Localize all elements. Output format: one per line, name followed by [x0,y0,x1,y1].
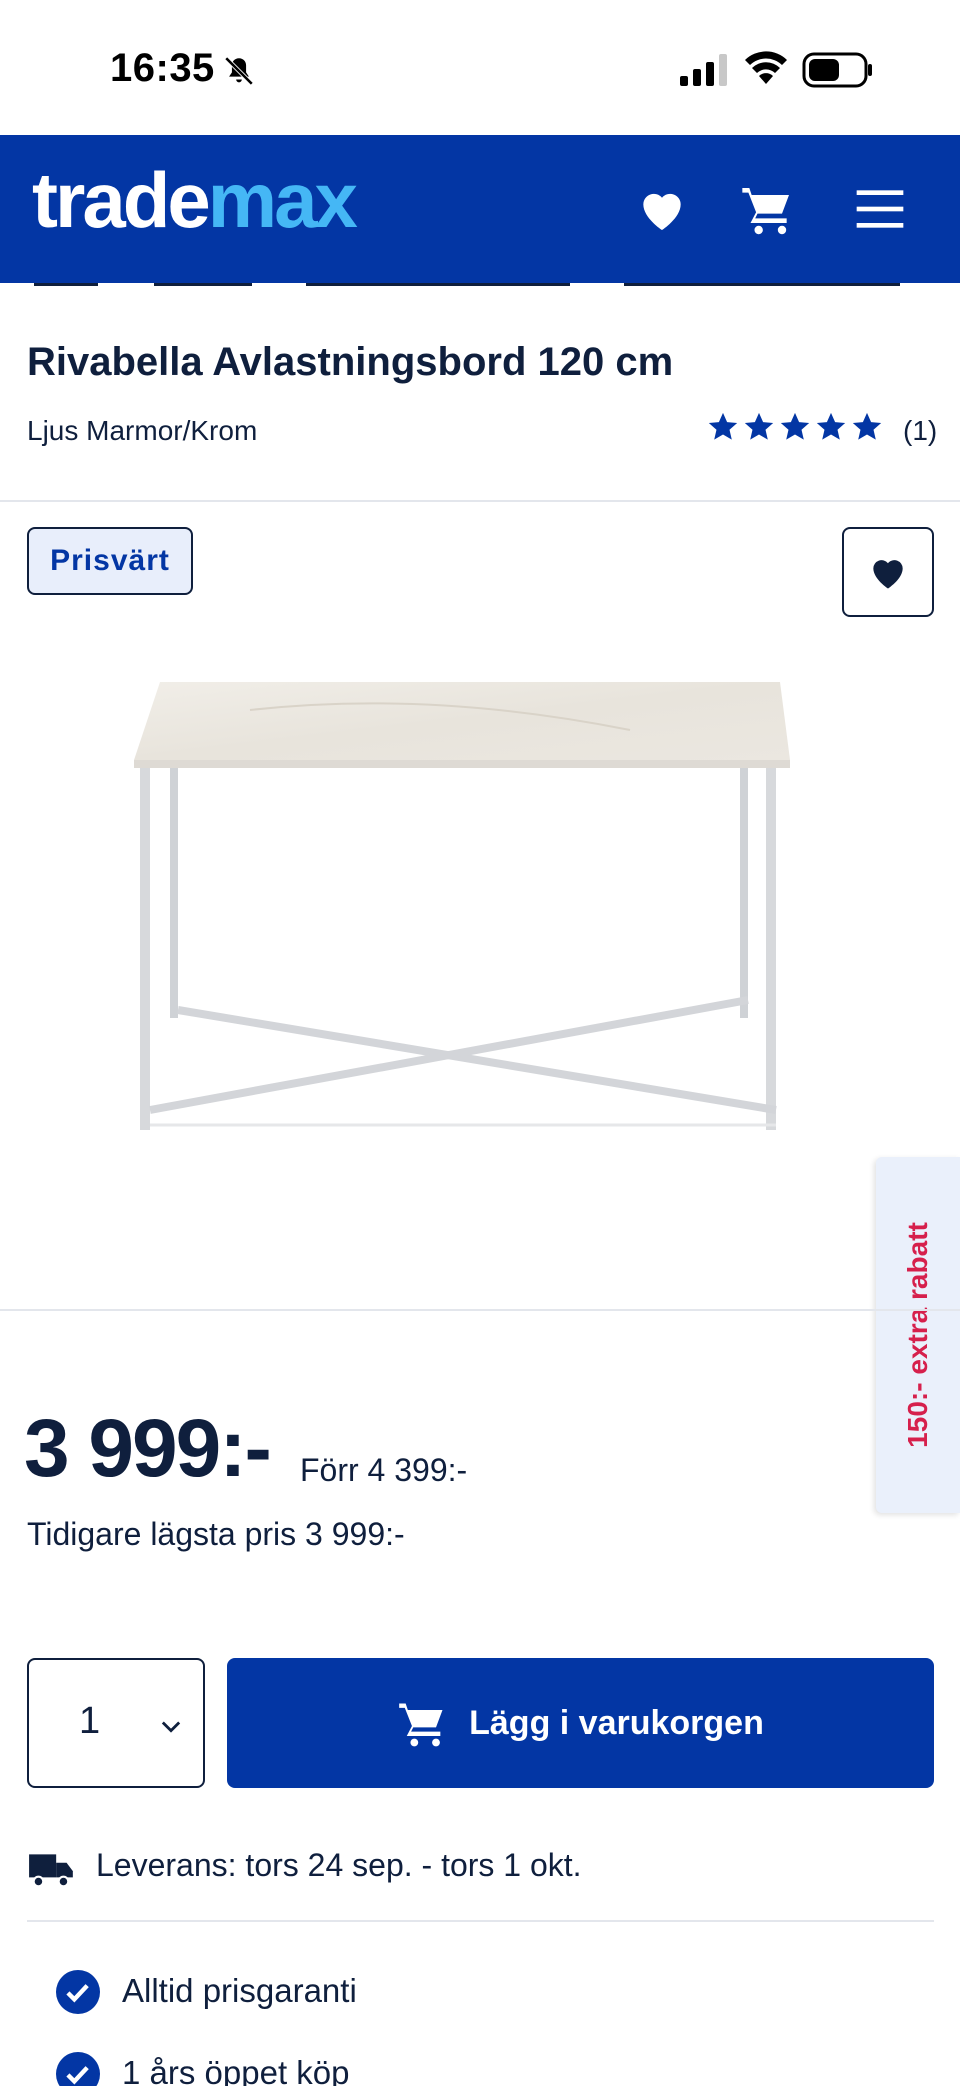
heart-icon[interactable] [634,181,690,237]
rating-count[interactable]: (1) [903,415,937,447]
menu-icon[interactable] [852,181,908,237]
truck-icon [29,1854,73,1888]
breadcrumb-link[interactable] [306,283,570,286]
rating-stars[interactable] [706,410,888,450]
breadcrumb-link[interactable] [34,283,98,286]
extra-discount-tab[interactable]: 150:- extra rabatt [876,1157,960,1513]
product-image[interactable] [130,670,830,1140]
logo-part2: max [207,156,358,244]
quantity-select[interactable]: 1 [27,1658,205,1788]
star-icon [852,412,882,440]
wifi-icon [745,51,787,84]
old-price: Förr 4 399:- [300,1452,468,1488]
breadcrumb [0,283,960,291]
add-to-cart-label: Lägg i varukorgen [469,1703,764,1742]
star-icon [816,412,846,440]
signal-icon [680,54,727,86]
product-title: Rivabella Avlastningsbord 120 cm [27,340,674,384]
star-icon [744,412,774,440]
check-circle-icon [56,2052,100,2086]
star-icon [708,412,738,440]
divider [0,500,960,502]
chevron-down-icon [161,1721,181,1733]
product-price: 3 999:- [24,1403,272,1494]
cart-icon[interactable] [740,181,796,237]
lowest-price: Tidigare lägsta pris 3 999:- [27,1516,405,1552]
prisvart-badge: Prisvärt [27,527,193,595]
usp-open-purchase: 1 års öppet köp [122,2054,350,2086]
favorite-button[interactable] [842,527,934,617]
extra-discount-label: 150:- extra rabatt [902,1222,933,1448]
cart-icon [399,1703,443,1747]
breadcrumb-link[interactable] [624,283,900,286]
divider [27,1920,934,1922]
product-variant: Ljus Marmor/Krom [27,415,258,446]
status-bar: 16:35 [0,0,960,135]
check-circle-icon [56,1970,100,2014]
breadcrumb-link[interactable] [154,283,252,286]
silent-bell-icon [224,56,254,86]
site-header: trademax [0,135,960,283]
quantity-value: 1 [79,1700,101,1742]
delivery-estimate: Leverans: tors 24 sep. - tors 1 okt. [96,1847,582,1883]
divider [0,1309,960,1311]
logo-part1: trade [32,156,211,244]
status-time: 16:35 [110,46,215,90]
trademax-logo[interactable]: trademax [32,161,358,239]
heart-icon [873,560,903,589]
add-to-cart-button[interactable]: Lägg i varukorgen [227,1658,934,1788]
usp-price-guarantee: Alltid prisgaranti [122,1972,357,2009]
battery-icon [802,52,872,88]
star-icon [780,412,810,440]
